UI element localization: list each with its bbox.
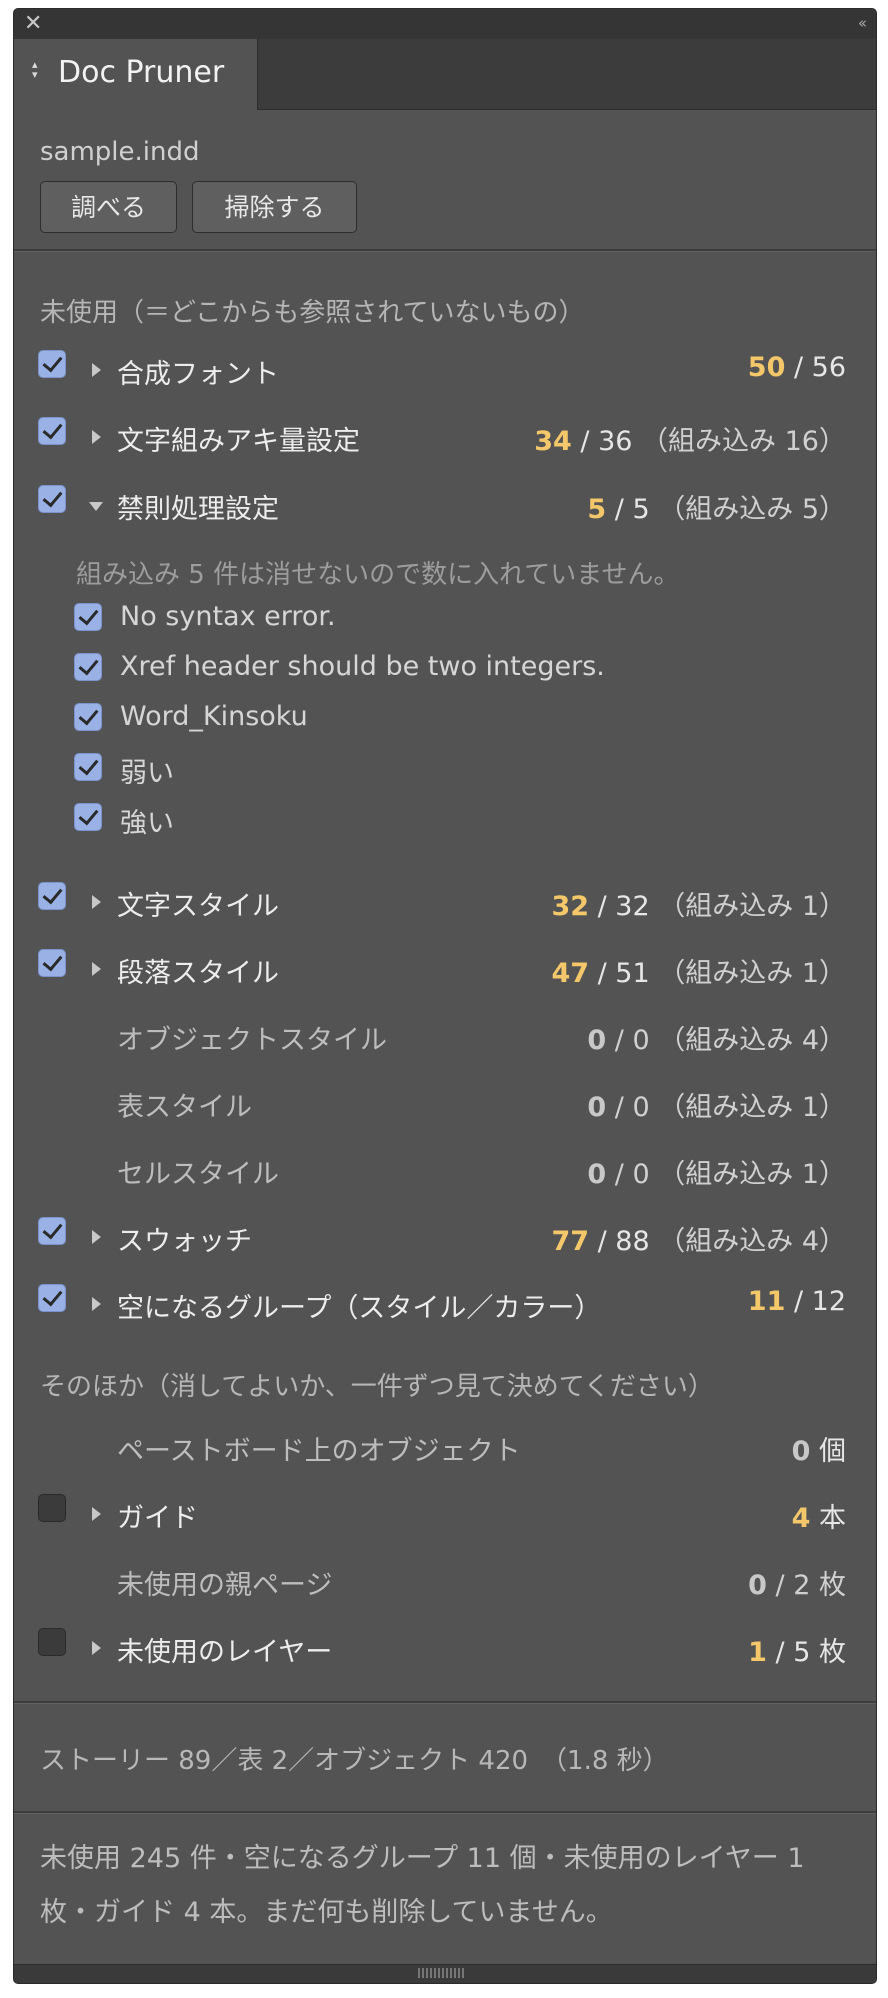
doc-pruner-panel: ✕ ‹‹ ▴ ▾ Doc Pruner sample.indd 調べる 掃除する … <box>13 8 877 1984</box>
row-label: 合成フォント <box>117 359 279 390</box>
expand-arrow-icon[interactable] <box>92 895 101 909</box>
row-count: 77 / 88 （組み込み 4） <box>551 1226 846 1257</box>
row-label: 未使用のレイヤー <box>117 1637 333 1668</box>
row-label: ペーストボード上のオブジェクト <box>117 1436 521 1467</box>
result-summary: 未使用 245 件・空になるグループ 11 個・未使用のレイヤー 1 枚・ガイド… <box>40 1843 805 1928</box>
row-label: 文字組みアキ量設定 <box>117 426 360 457</box>
row-count: 50 / 56 <box>747 352 846 383</box>
row-empty-groups: 空になるグループ（スタイル／カラー） 11 / 12 <box>14 1284 876 1324</box>
row-label: 段落スタイル <box>117 958 279 989</box>
clean-button[interactable]: 掃除する <box>192 181 357 233</box>
tab-menu-arrows-icon[interactable]: ▴ ▾ <box>32 59 38 80</box>
expand-arrow-icon[interactable] <box>92 1230 101 1244</box>
row-label: オブジェクトスタイル <box>117 1025 387 1056</box>
row-kinsoku: 禁則処理設定 5 / 5 （組み込み 5） <box>14 485 876 525</box>
resize-grip[interactable] <box>14 1964 876 1983</box>
row-count: 0 / 2 枚 <box>748 1570 846 1601</box>
row-mojikumi: 文字組みアキ量設定 34 / 36 （組み込み 16） <box>14 417 876 457</box>
checkbox-paragraph-style[interactable] <box>38 949 66 977</box>
divider <box>14 1811 876 1814</box>
row-label: セルスタイル <box>117 1159 279 1190</box>
row-count: 32 / 32 （組み込み 1） <box>551 891 846 922</box>
unused-section-heading: 未使用（＝どこからも参照されていないもの） <box>40 298 585 328</box>
row-label: スウォッチ <box>117 1226 252 1257</box>
row-character-style: 文字スタイル 32 / 32 （組み込み 1） <box>14 882 876 922</box>
row-count: 1 / 5 枚 <box>748 1637 846 1668</box>
document-filename: sample.indd <box>40 137 200 167</box>
row-count: 47 / 51 （組み込み 1） <box>551 958 846 989</box>
checkbox-swatches[interactable] <box>38 1217 66 1245</box>
divider <box>14 1701 876 1704</box>
row-count: 0 / 0 （組み込み 1） <box>587 1092 846 1123</box>
checkbox-mojikumi[interactable] <box>38 417 66 445</box>
grip-lines-icon[interactable] <box>418 1968 464 1978</box>
row-guides: ガイド 4 本 <box>14 1494 876 1534</box>
row-label: 空になるグループ（スタイル／カラー） <box>117 1293 602 1324</box>
row-composite-font: 合成フォント 50 / 56 <box>14 350 876 390</box>
row-count: 0 個 <box>791 1436 846 1467</box>
row-count: 34 / 36 （組み込み 16） <box>534 426 846 457</box>
expand-arrow-icon[interactable] <box>92 1641 101 1655</box>
sub-item-checkbox[interactable] <box>74 803 102 831</box>
checkbox-empty-groups[interactable] <box>38 1284 66 1312</box>
row-cell-style: セルスタイル 0 / 0 （組み込み 1） <box>14 1150 876 1190</box>
checkbox-composite-font[interactable] <box>38 350 66 378</box>
expand-arrow-icon[interactable] <box>92 1507 101 1521</box>
row-label: 文字スタイル <box>117 891 279 922</box>
row-table-style: 表スタイル 0 / 0 （組み込み 1） <box>14 1083 876 1123</box>
tab-bar: ▴ ▾ Doc Pruner <box>14 39 876 110</box>
row-pasteboard-objects: ペーストボード上のオブジェクト 0 個 <box>14 1427 876 1467</box>
sub-item-label: Word_Kinsoku <box>120 701 308 732</box>
row-label: ガイド <box>117 1503 198 1534</box>
tab-doc-pruner[interactable]: ▴ ▾ Doc Pruner <box>14 39 258 110</box>
expand-arrow-icon[interactable] <box>92 430 101 444</box>
row-label: 表スタイル <box>117 1092 252 1123</box>
row-label: 未使用の親ページ <box>117 1570 333 1601</box>
document-stats: ストーリー 89／表 2／オブジェクト 420 （1.8 秒） <box>40 1746 669 1776</box>
sub-item-label: 強い <box>120 808 174 839</box>
checkbox-unused-layers[interactable] <box>38 1628 66 1656</box>
row-unused-parent-pages: 未使用の親ページ 0 / 2 枚 <box>14 1561 876 1601</box>
expand-arrow-icon[interactable] <box>92 363 101 377</box>
inspect-button[interactable]: 調べる <box>40 181 177 233</box>
checkbox-kinsoku[interactable] <box>38 485 66 513</box>
sub-item-checkbox[interactable] <box>74 603 102 631</box>
sub-item-checkbox[interactable] <box>74 753 102 781</box>
sub-item-label: Xref header should be two integers. <box>120 651 605 682</box>
expand-arrow-icon[interactable] <box>92 962 101 976</box>
row-count: 0 / 0 （組み込み 4） <box>587 1025 846 1056</box>
expand-arrow-icon[interactable] <box>92 1297 101 1311</box>
row-swatches: スウォッチ 77 / 88 （組み込み 4） <box>14 1217 876 1257</box>
sub-item-label: 弱い <box>120 758 174 789</box>
row-unused-layers: 未使用のレイヤー 1 / 5 枚 <box>14 1628 876 1668</box>
sub-item-label: No syntax error. <box>120 601 336 632</box>
row-count: 5 / 5 （組み込み 5） <box>587 494 846 525</box>
panel-title-bar: ✕ ‹‹ <box>14 9 876 39</box>
row-label: 禁則処理設定 <box>117 494 279 525</box>
other-section-heading: そのほか（消してよいか、一件ずつ見て決めてください） <box>40 1372 714 1402</box>
row-count: 4 本 <box>791 1503 846 1534</box>
checkbox-guides[interactable] <box>38 1494 66 1522</box>
checkbox-character-style[interactable] <box>38 882 66 910</box>
close-icon[interactable]: ✕ <box>24 12 42 36</box>
row-count: 11 / 12 <box>747 1286 846 1317</box>
kinsoku-note: 組み込み 5 件は消せないので数に入れていません。 <box>76 560 680 590</box>
sub-item-checkbox[interactable] <box>74 703 102 731</box>
row-count: 0 / 0 （組み込み 1） <box>587 1159 846 1190</box>
tab-title: Doc Pruner <box>58 55 225 90</box>
row-object-style: オブジェクトスタイル 0 / 0 （組み込み 4） <box>14 1016 876 1056</box>
collapse-arrow-icon[interactable] <box>89 502 103 511</box>
sub-item-checkbox[interactable] <box>74 653 102 681</box>
row-paragraph-style: 段落スタイル 47 / 51 （組み込み 1） <box>14 949 876 989</box>
collapse-panel-icon[interactable]: ‹‹ <box>858 14 867 32</box>
divider <box>14 249 876 252</box>
